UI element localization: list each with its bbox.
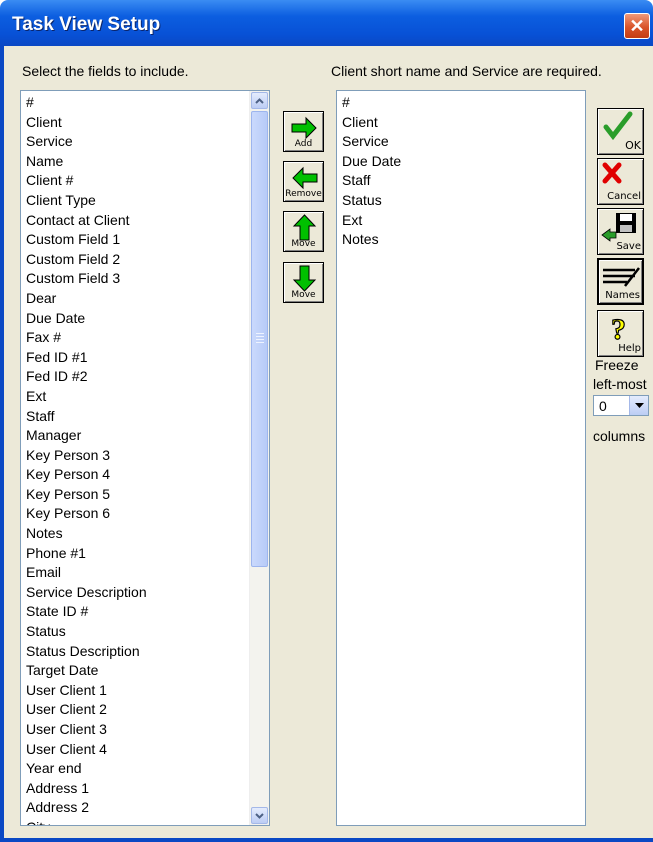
freeze-columns-select[interactable]: 0 xyxy=(593,395,649,416)
list-item[interactable]: City xyxy=(26,818,269,825)
list-item[interactable]: Contact at Client xyxy=(26,211,269,231)
cancel-x-icon xyxy=(602,162,622,184)
move-down-button[interactable]: Move xyxy=(283,262,324,303)
list-item[interactable]: # xyxy=(342,93,585,113)
checkmark-icon xyxy=(603,111,633,141)
list-item[interactable]: Fed ID #1 xyxy=(26,348,269,368)
list-item[interactable]: Status Description xyxy=(26,642,269,662)
list-item[interactable]: Status xyxy=(342,191,585,211)
list-item[interactable]: Service Description xyxy=(26,583,269,603)
arrow-right-icon xyxy=(291,116,317,140)
list-item[interactable]: Status xyxy=(26,622,269,642)
names-label: Names xyxy=(605,290,640,301)
list-item[interactable]: User Client 3 xyxy=(26,720,269,740)
title-bar[interactable]: Task View Setup ✕ xyxy=(0,0,653,46)
list-item[interactable]: Service xyxy=(342,132,585,152)
list-item[interactable]: Client # xyxy=(26,171,269,191)
columns-label: columns xyxy=(593,428,646,444)
list-item[interactable]: Custom Field 1 xyxy=(26,230,269,250)
cancel-button[interactable]: Cancel xyxy=(597,158,644,205)
list-item[interactable]: Key Person 5 xyxy=(26,485,269,505)
list-item[interactable]: Key Person 6 xyxy=(26,504,269,524)
list-item[interactable]: Custom Field 3 xyxy=(26,269,269,289)
list-item[interactable]: Dear xyxy=(26,289,269,309)
list-item[interactable]: Custom Field 2 xyxy=(26,250,269,270)
list-item[interactable]: Key Person 3 xyxy=(26,446,269,466)
available-list-scrollbar[interactable] xyxy=(249,91,269,825)
save-label: Save xyxy=(616,241,641,252)
names-list-icon xyxy=(603,267,640,287)
list-item[interactable]: Staff xyxy=(26,407,269,427)
ok-label: OK xyxy=(625,139,641,152)
list-item[interactable]: # xyxy=(26,93,269,113)
floppy-disk-icon xyxy=(601,213,636,242)
list-item[interactable]: Address 1 xyxy=(26,779,269,799)
remove-button[interactable]: Remove xyxy=(283,161,324,202)
window-title: Task View Setup xyxy=(12,14,161,35)
close-icon: ✕ xyxy=(629,15,645,36)
arrow-down-icon xyxy=(292,265,317,292)
list-item[interactable]: Ext xyxy=(26,387,269,407)
list-item[interactable]: Notes xyxy=(26,524,269,544)
help-label: Help xyxy=(618,343,641,354)
list-item[interactable]: User Client 1 xyxy=(26,681,269,701)
list-item[interactable]: Client xyxy=(342,113,585,133)
list-item[interactable]: Due Date xyxy=(342,152,585,172)
freeze-label-line1: Freeze xyxy=(595,357,639,373)
question-mark-icon: ? xyxy=(610,312,626,345)
list-item[interactable]: Staff xyxy=(342,171,585,191)
cancel-label: Cancel xyxy=(607,191,641,202)
list-item[interactable]: User Client 4 xyxy=(26,740,269,760)
list-item[interactable]: Year end xyxy=(26,759,269,779)
list-item[interactable]: Ext xyxy=(342,211,585,231)
list-item[interactable]: Client Type xyxy=(26,191,269,211)
chevron-up-icon xyxy=(255,97,264,104)
scroll-up-button[interactable] xyxy=(251,92,268,109)
list-item[interactable]: State ID # xyxy=(26,602,269,622)
list-item[interactable]: Notes xyxy=(342,230,585,250)
list-item[interactable]: Name xyxy=(26,152,269,172)
move-up-label: Move xyxy=(291,239,316,249)
selected-fields-list[interactable]: # Client Service Due Date Staff Status Ext Note… xyxy=(336,90,586,826)
arrow-up-icon xyxy=(292,214,317,241)
move-up-button[interactable]: Move xyxy=(283,211,324,252)
list-item[interactable]: Target Date xyxy=(26,661,269,681)
remove-label: Remove xyxy=(285,189,322,199)
list-item[interactable]: User Client 2 xyxy=(26,700,269,720)
save-button[interactable]: Save xyxy=(597,208,644,255)
available-fields-list[interactable]: # Client Service Name Client # Client Type Con… xyxy=(20,90,270,826)
freeze-columns-value: 0 xyxy=(599,398,607,414)
required-note: Client short name and Service are requir… xyxy=(331,63,602,79)
list-item[interactable]: Key Person 4 xyxy=(26,465,269,485)
names-button[interactable]: Names xyxy=(597,258,644,305)
list-item[interactable]: Email xyxy=(26,563,269,583)
arrow-left-icon xyxy=(292,166,318,190)
dropdown-arrow-icon[interactable] xyxy=(629,396,648,415)
list-item[interactable]: Fed ID #2 xyxy=(26,367,269,387)
chevron-down-icon xyxy=(255,812,264,819)
list-item[interactable]: Service xyxy=(26,132,269,152)
list-item[interactable]: Phone #1 xyxy=(26,544,269,564)
help-button[interactable]: ? Help xyxy=(597,310,644,357)
scroll-thumb[interactable] xyxy=(251,111,268,567)
close-button[interactable]: ✕ xyxy=(624,13,650,39)
add-label: Add xyxy=(294,139,313,149)
ok-button[interactable]: OK xyxy=(597,108,644,155)
select-fields-label: Select the fields to include. xyxy=(22,63,189,79)
freeze-label-line2: left-most xyxy=(593,376,647,392)
list-item[interactable]: Address 2 xyxy=(26,798,269,818)
list-item[interactable]: Manager xyxy=(26,426,269,446)
task-view-setup-window: Task View Setup ✕ Select the fields to i… xyxy=(0,0,653,842)
add-button[interactable]: Add xyxy=(283,111,324,152)
list-item[interactable]: Due Date xyxy=(26,309,269,329)
scroll-down-button[interactable] xyxy=(251,807,268,824)
list-item[interactable]: Fax # xyxy=(26,328,269,348)
list-item[interactable]: Client xyxy=(26,113,269,133)
move-down-label: Move xyxy=(291,290,316,300)
svg-text:?: ? xyxy=(611,313,626,345)
